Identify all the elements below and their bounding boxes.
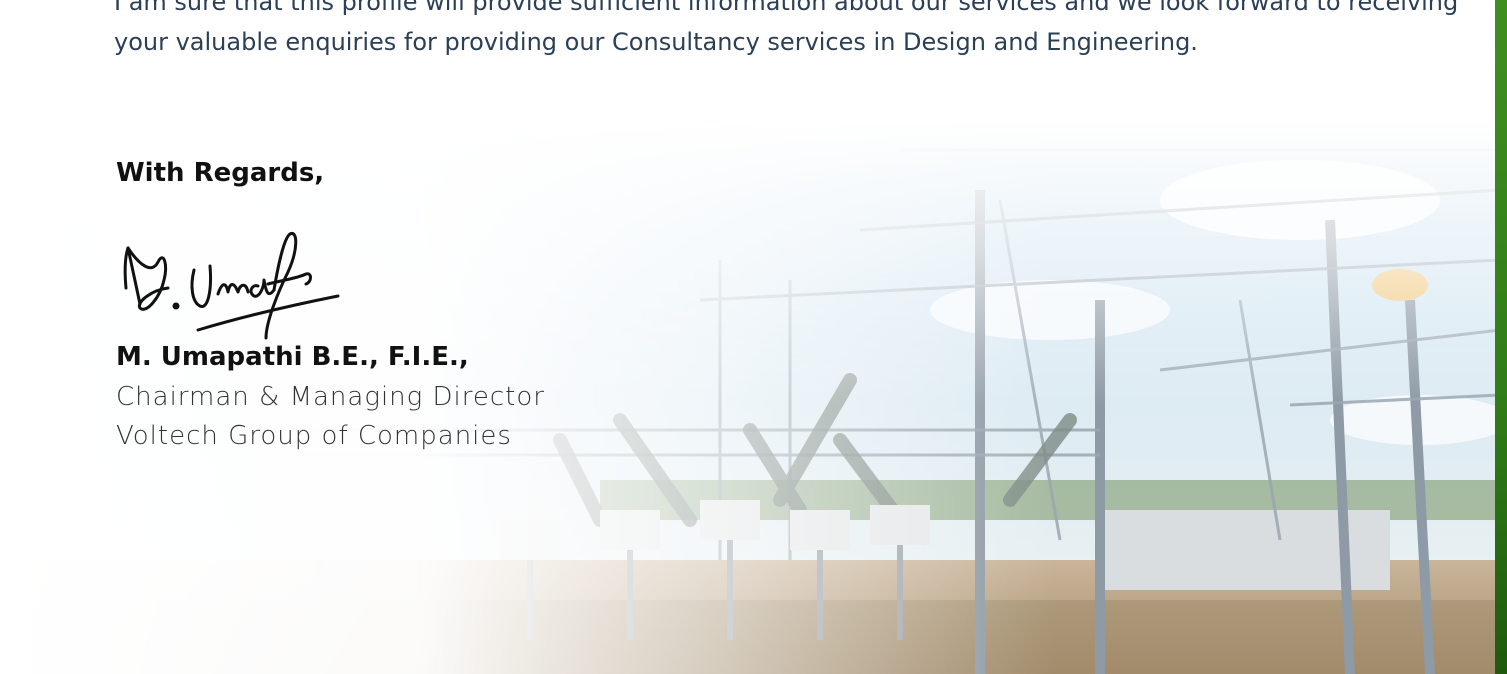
handwritten-signature — [123, 232, 340, 340]
accent-bar — [1495, 0, 1507, 674]
intro-line-2: your valuable enquiries for providing ou… — [114, 28, 1198, 56]
signer-company: Voltech Group of Companies — [116, 421, 512, 451]
signer-name: M. Umapathi B.E., F.I.E., — [116, 342, 469, 372]
letter-page: I am sure that this profile will provide… — [0, 0, 1507, 674]
intro-paragraph: I am sure that this profile will provide… — [114, 0, 1474, 62]
signer-title: Chairman & Managing Director — [116, 382, 545, 412]
closing-text: With Regards, — [116, 158, 325, 188]
intro-line-1: I am sure that this profile will provide… — [114, 0, 1459, 16]
